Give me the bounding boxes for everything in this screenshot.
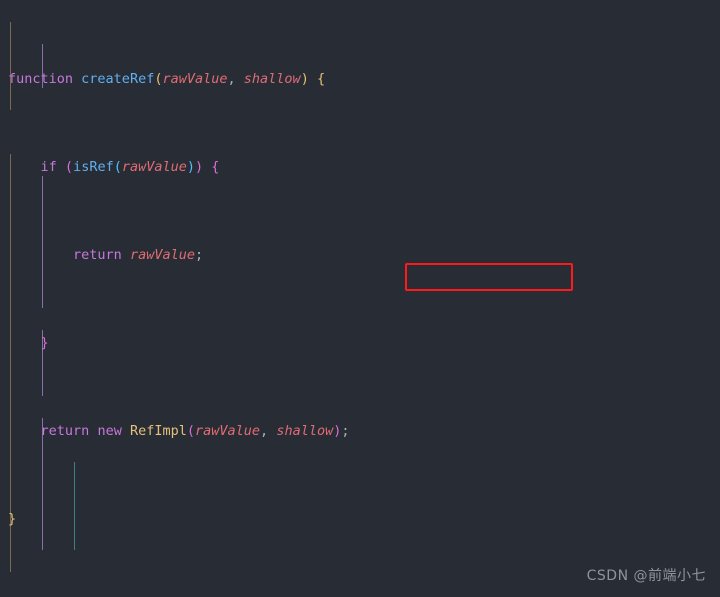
code-editor[interactable]: function createRef(rawValue, shallow) { … — [0, 0, 720, 597]
code-line[interactable]: return new RefImpl(rawValue, shallow); — [0, 420, 618, 442]
code-line[interactable]: return rawValue; — [0, 244, 618, 266]
code-content[interactable]: function createRef(rawValue, shallow) { … — [0, 0, 618, 597]
watermark-text: CSDN @前端小七 — [586, 568, 706, 584]
code-line[interactable]: if (isRef(rawValue)) { — [0, 156, 618, 178]
code-line[interactable]: } — [0, 508, 618, 530]
code-line[interactable]: function createRef(rawValue, shallow) { — [0, 68, 618, 90]
code-line[interactable]: } — [0, 332, 618, 354]
